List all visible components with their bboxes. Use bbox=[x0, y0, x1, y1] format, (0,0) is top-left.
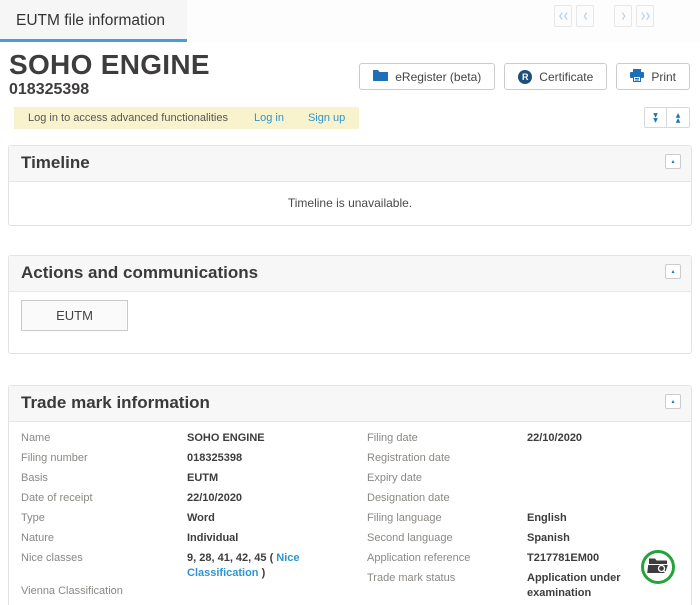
sign-up-link[interactable]: Sign up bbox=[308, 112, 345, 124]
title-block: SOHO ENGINE 018325398 bbox=[9, 50, 210, 99]
notice-row: Log in to access advanced functionalitie… bbox=[14, 107, 690, 129]
log-in-link[interactable]: Log in bbox=[254, 112, 284, 124]
field-date-of-receipt: Date of receipt 22/10/2020 bbox=[21, 488, 367, 508]
timeline-title: Timeline bbox=[21, 153, 679, 173]
first-page-icon: ❮❮ bbox=[558, 12, 568, 20]
trademark-section: Trade mark information ▴ Name SOHO ENGIN… bbox=[8, 385, 692, 605]
field-second-language: Second language Spanish bbox=[367, 528, 691, 548]
previous-record-button[interactable]: ❮ bbox=[576, 5, 594, 27]
filing-number-heading: 018325398 bbox=[9, 81, 210, 99]
field-basis: Basis EUTM bbox=[21, 468, 367, 488]
eutm-tab-button[interactable]: EUTM bbox=[21, 300, 128, 331]
field-registration-date: Registration date bbox=[367, 448, 691, 468]
field-filing-language: Filing language English bbox=[367, 508, 691, 528]
collapse-expand-all: ▼ ▼ ▲ ▲ bbox=[644, 107, 690, 128]
expand-all-button[interactable]: ▲ ▲ bbox=[667, 107, 690, 128]
login-notice-text: Log in to access advanced functionalitie… bbox=[28, 112, 228, 124]
field-filing-date: Filing date 22/10/2020 bbox=[367, 428, 691, 448]
field-filing-number: Filing number 018325398 bbox=[21, 448, 367, 468]
trademark-title: Trade mark information bbox=[21, 393, 679, 413]
first-record-button[interactable]: ❮❮ bbox=[554, 5, 572, 27]
page-header: SOHO ENGINE 018325398 eRegister (beta) R… bbox=[0, 42, 700, 99]
last-page-icon: ❯❯ bbox=[640, 12, 650, 20]
timeline-section: Timeline ▴ Timeline is unavailable. bbox=[8, 145, 692, 226]
field-designation-date: Designation date bbox=[367, 488, 691, 508]
tab-eutm-file-information[interactable]: EUTM file information bbox=[0, 0, 187, 42]
trademark-header: Trade mark information ▴ bbox=[9, 386, 691, 422]
trademark-right-column: Filing date 22/10/2020 Registration date… bbox=[367, 428, 691, 605]
field-expiry-date: Expiry date bbox=[367, 468, 691, 488]
certificate-button-label: Certificate bbox=[539, 70, 593, 84]
printer-icon bbox=[630, 69, 644, 85]
actions-body: EUTM bbox=[9, 292, 691, 353]
open-folder-search-icon bbox=[647, 556, 669, 578]
timeline-body: Timeline is unavailable. bbox=[9, 182, 691, 225]
print-button-label: Print bbox=[651, 70, 676, 84]
field-name: Name SOHO ENGINE bbox=[21, 428, 367, 448]
page-title: SOHO ENGINE bbox=[9, 50, 210, 80]
actions-header: Actions and communications ▴ bbox=[9, 256, 691, 292]
actions-collapse-button[interactable]: ▴ bbox=[665, 264, 681, 279]
eregister-button-label: eRegister (beta) bbox=[395, 70, 481, 84]
field-type: Type Word bbox=[21, 508, 367, 528]
timeline-header: Timeline ▴ bbox=[9, 146, 691, 182]
trademark-body: Name SOHO ENGINE Filing number 018325398… bbox=[9, 422, 691, 605]
chevron-right-icon: ❯ bbox=[621, 12, 626, 20]
folder-icon bbox=[373, 69, 388, 84]
top-tab-bar: EUTM file information ❮❮ ❮ ❯ ❯❯ bbox=[0, 0, 700, 42]
trade-mark-status-value: Application under examination bbox=[527, 571, 652, 601]
collapse-icon: ▴ bbox=[671, 268, 674, 275]
timeline-unavailable-message: Timeline is unavailable. bbox=[288, 196, 412, 210]
trademark-collapse-button[interactable]: ▴ bbox=[665, 394, 681, 409]
field-nature: Nature Individual bbox=[21, 528, 367, 548]
collapse-icon: ▴ bbox=[671, 158, 674, 165]
next-record-button[interactable]: ❯ bbox=[614, 5, 632, 27]
open-dossier-button[interactable] bbox=[641, 550, 675, 584]
record-navigation: ❮❮ ❮ ❯ ❯❯ bbox=[554, 5, 654, 27]
chevron-left-icon: ❮ bbox=[583, 12, 588, 20]
actions-section: Actions and communications ▴ EUTM bbox=[8, 255, 692, 354]
field-nice-classes: Nice classes 9, 28, 41, 42, 45 ( Nice Cl… bbox=[21, 548, 367, 581]
registered-trademark-icon: R bbox=[518, 70, 532, 84]
login-notice: Log in to access advanced functionalitie… bbox=[14, 107, 359, 129]
header-buttons: eRegister (beta) R Certificate Print bbox=[359, 63, 690, 99]
trademark-left-column: Name SOHO ENGINE Filing number 018325398… bbox=[21, 428, 367, 605]
collapse-all-button[interactable]: ▼ ▼ bbox=[644, 107, 667, 128]
certificate-button[interactable]: R Certificate bbox=[504, 63, 607, 90]
print-button[interactable]: Print bbox=[616, 63, 690, 90]
collapse-icon: ▴ bbox=[671, 398, 674, 405]
eregister-button[interactable]: eRegister (beta) bbox=[359, 63, 495, 90]
field-vienna-classification: Vienna Classification bbox=[21, 581, 367, 601]
actions-title: Actions and communications bbox=[21, 263, 679, 283]
timeline-collapse-button[interactable]: ▴ bbox=[665, 154, 681, 169]
last-record-button[interactable]: ❯❯ bbox=[636, 5, 654, 27]
